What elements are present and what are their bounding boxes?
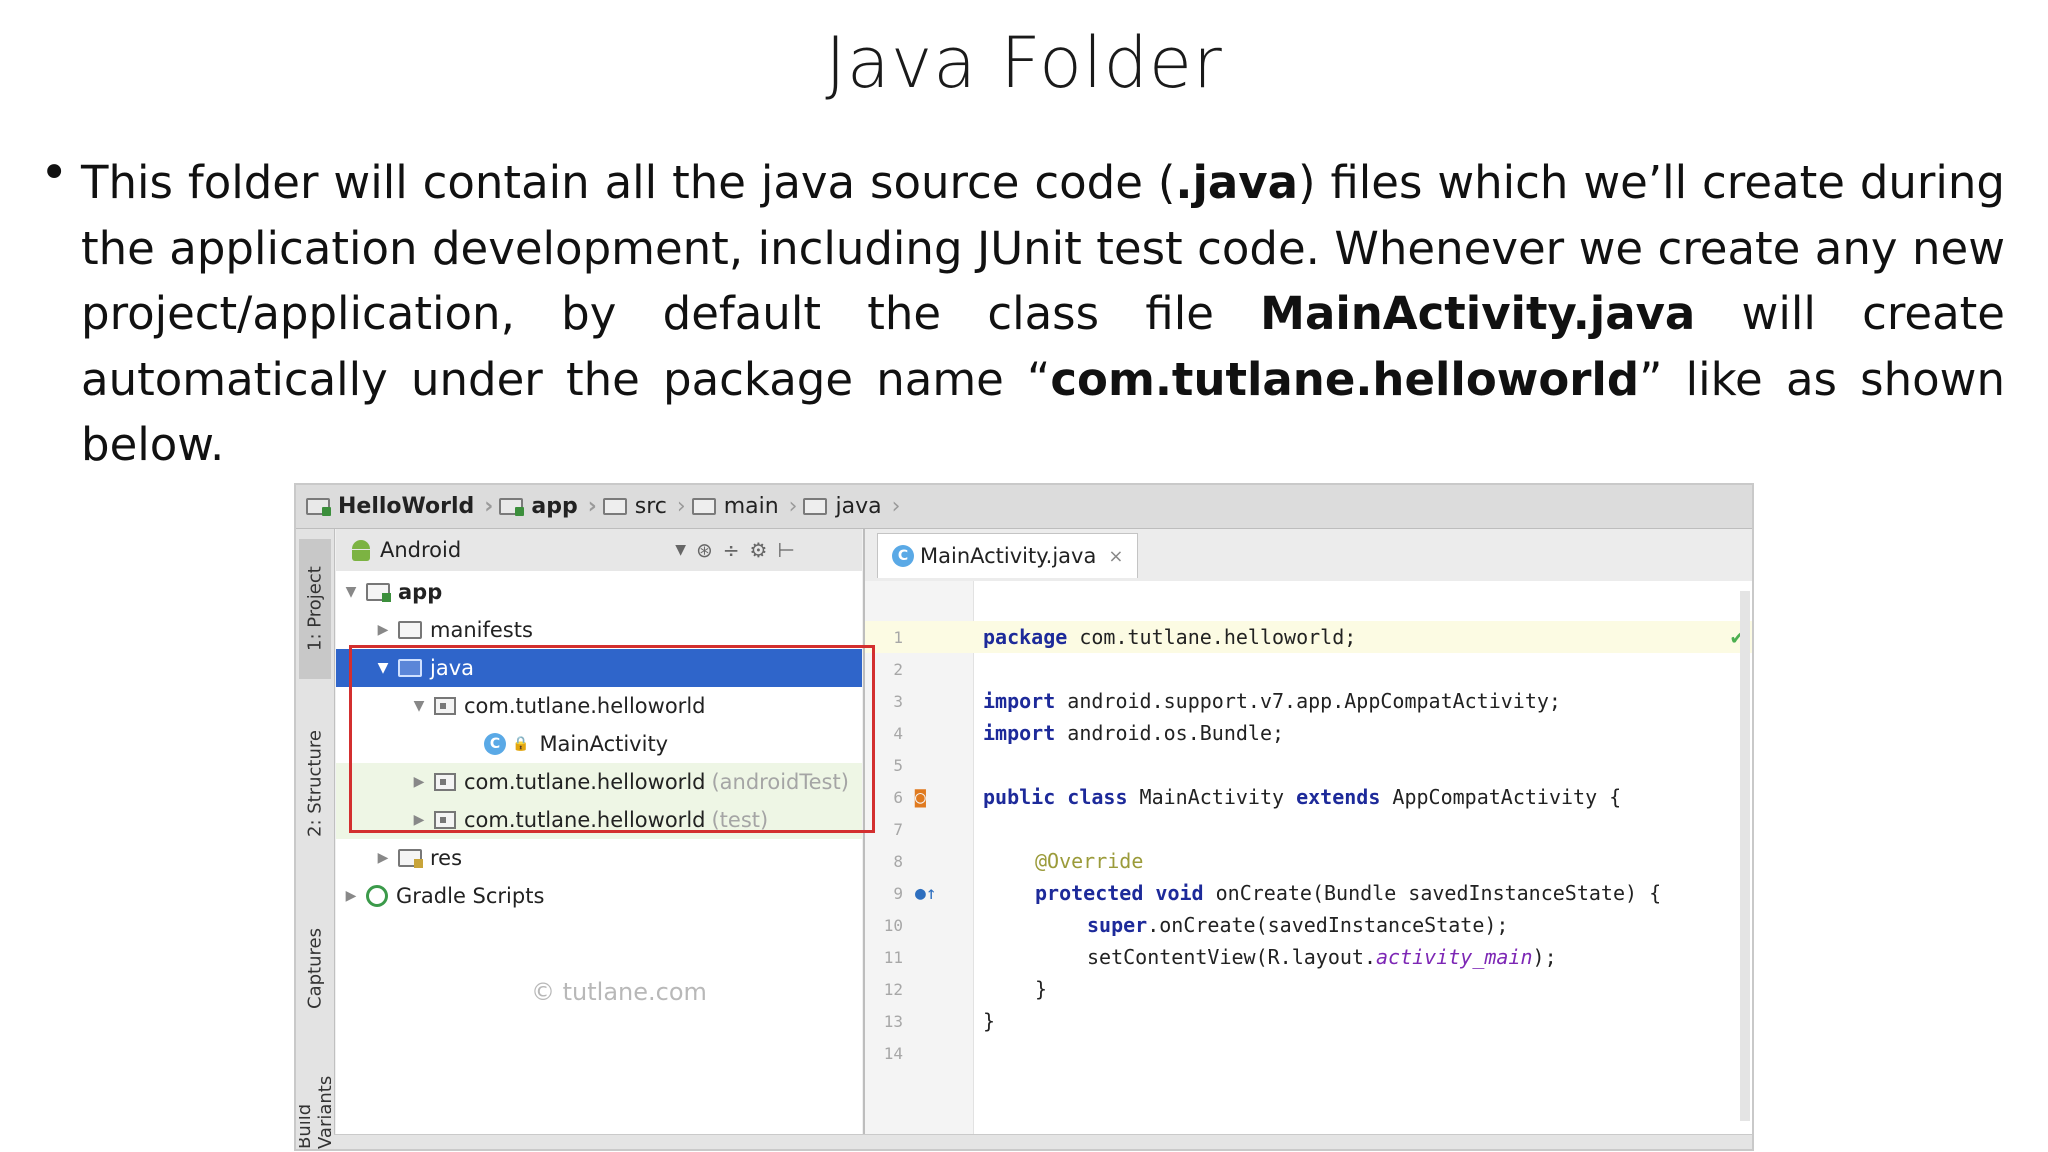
code-line: 11 setContentView(R.layout.activity_main)… [883, 945, 1557, 969]
folder-icon [803, 498, 828, 515]
tab-build-variants[interactable]: Build Variants [299, 1069, 331, 1149]
close-icon[interactable]: × [1108, 546, 1123, 567]
tab-project[interactable]: 1: Project [299, 539, 331, 679]
tree-item-manifests[interactable]: ▶ manifests [336, 611, 862, 649]
horizontal-scrollbar[interactable] [334, 1134, 1752, 1149]
code-editor[interactable]: 1 package com.tutlane.helloworld; ✔ 2 3 imp… [865, 581, 1752, 1149]
hide-icon[interactable]: ⊢ [777, 538, 794, 562]
watermark: © tutlane.com [531, 978, 707, 1006]
breadcrumb-helloworld[interactable]: HelloWorld › [306, 494, 493, 519]
folder-icon [691, 498, 716, 515]
android-icon [350, 538, 372, 562]
tool-window-strip: 1: Project 2: Structure Captures Build V… [296, 529, 335, 1149]
gradle-icon [366, 885, 388, 907]
module-folder-icon [366, 583, 391, 602]
code-line: 10 super.onCreate(savedInstanceState); [883, 913, 1509, 937]
gear-icon[interactable]: ⚙ [750, 538, 768, 562]
editor-tabs: C MainActivity.java × [865, 529, 1752, 582]
tree-item-res[interactable]: ▶ res [336, 839, 862, 877]
code-line: 1 package com.tutlane.helloworld; ✔ [865, 621, 1752, 653]
code-line: 12} [883, 977, 1048, 1001]
bullet-paragraph: This folder will contain all the java so… [81, 150, 2005, 478]
breadcrumb-app[interactable]: app › [499, 494, 597, 519]
text-bold-mainactivity: MainActivity.java [1260, 287, 1696, 340]
project-toolbar: Android ▼ ⊛ ÷ ⚙ ⊢ [336, 529, 862, 572]
folder-icon [602, 498, 627, 515]
resource-folder-icon [398, 849, 423, 868]
breadcrumb: HelloWorld › app › src › main › java › [296, 485, 1752, 529]
collapsed-arrow-icon[interactable]: ▶ [374, 850, 392, 866]
code-line: 6 ◙ public class MainActivity extends AppC… [893, 785, 1622, 809]
slide-title: Java Folder [825, 22, 1223, 104]
sync-icon[interactable]: ⊛ [696, 538, 713, 562]
code-line: 14 [883, 1043, 903, 1063]
code-line: 8 @Override [893, 849, 1144, 873]
code-line: 2 [893, 659, 903, 679]
expanded-arrow-icon[interactable]: ▼ [342, 584, 360, 600]
run-gutter-icon[interactable]: ◙ [915, 787, 926, 808]
override-gutter-icon[interactable]: ●↑ [915, 883, 937, 904]
collapse-icon[interactable]: ÷ [723, 538, 740, 562]
module-folder-icon [499, 498, 525, 516]
collapsed-arrow-icon[interactable]: ▶ [374, 622, 392, 638]
breadcrumb-java[interactable]: java › [803, 494, 900, 519]
vertical-scrollbar[interactable] [1740, 591, 1750, 1121]
code-line: 7 [893, 819, 903, 839]
bullet-marker: • [40, 145, 69, 201]
class-icon: C [892, 545, 914, 567]
chevron-down-icon[interactable]: ▼ [675, 542, 686, 558]
text-part-1: This folder will contain all the java so… [81, 156, 1176, 209]
code-line: 13} [883, 1009, 996, 1033]
breadcrumb-src[interactable]: src › [602, 494, 686, 519]
tab-captures[interactable]: Captures [299, 899, 331, 1039]
java-folder-highlight [349, 645, 875, 833]
code-line: 5 [893, 755, 903, 775]
breadcrumb-main[interactable]: main › [691, 494, 797, 519]
project-view-select[interactable]: Android [380, 538, 461, 562]
code-line: 3 import android.support.v7.app.AppCompat… [893, 689, 1561, 713]
tree-item-app[interactable]: ▼ app [336, 573, 862, 611]
code-line: 9 ●↑ protected void onCreate(Bundle savedI… [893, 881, 1662, 905]
collapsed-arrow-icon[interactable]: ▶ [342, 888, 360, 904]
project-folder-icon [306, 498, 331, 516]
tree-item-gradle-scripts[interactable]: ▶ Gradle Scripts [336, 877, 862, 915]
tab-mainactivity-java[interactable]: C MainActivity.java × [877, 533, 1139, 578]
text-bold-java-ext: .java [1175, 156, 1298, 209]
tab-structure[interactable]: 2: Structure [299, 709, 331, 859]
code-line: 4 import android.os.Bundle; [893, 721, 1285, 745]
text-bold-package: com.tutlane.helloworld [1050, 352, 1640, 406]
folder-icon [398, 621, 422, 639]
